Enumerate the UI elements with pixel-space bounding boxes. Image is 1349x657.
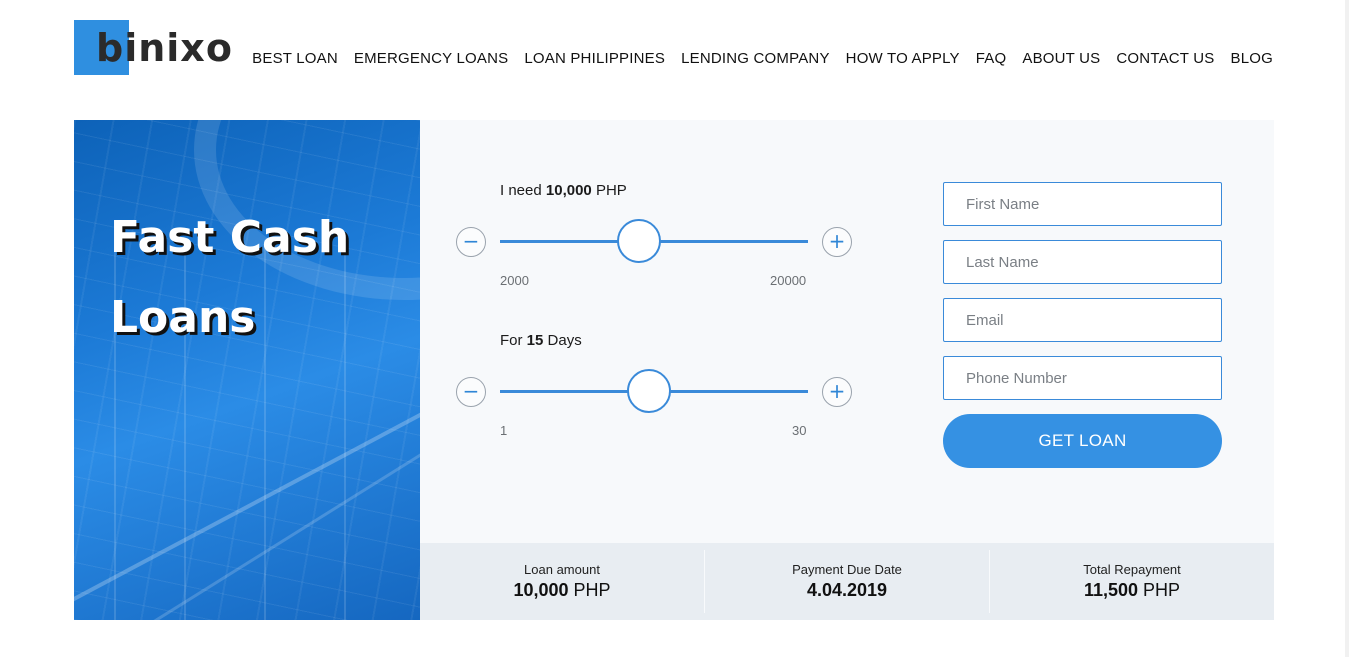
total-repayment-value-line: 11,500 PHP (990, 580, 1274, 601)
loan-summary: Loan amount 10,000 PHP Payment Due Date … (420, 543, 1274, 620)
days-min-label: 1 (500, 423, 508, 438)
amount-prefix: I need (500, 182, 542, 199)
amount-unit: PHP (595, 182, 627, 199)
days-label: For 15 Days (500, 332, 582, 349)
nav-link-blog[interactable]: BLOG (1231, 50, 1273, 67)
hero-decoration (74, 358, 420, 606)
days-prefix: For (500, 332, 523, 349)
email-input[interactable] (943, 298, 1222, 342)
days-slider-handle[interactable] (627, 369, 671, 413)
nav-link-lending-company[interactable]: LENDING COMPANY (681, 50, 830, 67)
plus-icon: + (828, 379, 846, 403)
nav-link-about-us[interactable]: ABOUT US (1022, 50, 1100, 67)
amount-max-label: 20000 (770, 273, 807, 288)
due-date-value: 4.04.2019 (806, 580, 888, 600)
page-scrollbar[interactable] (1345, 0, 1349, 657)
hero-title-line1: Fast Cash (110, 212, 350, 263)
get-loan-button[interactable]: GET LOAN (943, 414, 1222, 468)
nav-link-how-to-apply[interactable]: HOW TO APPLY (846, 50, 960, 67)
total-repayment-label: Total Repayment (1083, 562, 1181, 577)
amount-increase-button[interactable]: + (822, 227, 852, 257)
loan-amount-label: Loan amount (524, 562, 600, 577)
days-max-label: 30 (792, 423, 807, 438)
amount-label: I need 10,000 PHP (500, 182, 627, 199)
minus-icon: − (462, 379, 480, 403)
phone-input[interactable] (943, 356, 1222, 400)
hero-title-line2: Loans (110, 292, 256, 343)
total-repayment-unit: PHP (1143, 580, 1181, 600)
due-date-value-line: 4.04.2019 (705, 580, 989, 601)
due-date-label: Payment Due Date (792, 562, 902, 577)
amount-min-label: 2000 (500, 273, 529, 288)
brand-logo[interactable]: binixo (74, 20, 232, 76)
total-repayment-value: 11,500 (1083, 580, 1139, 600)
minus-icon: − (462, 229, 480, 253)
last-name-input[interactable] (943, 240, 1222, 284)
amount-slider-handle[interactable] (617, 219, 661, 263)
logo-text: binixo (96, 26, 233, 70)
loan-calculator: I need 10,000 PHP − + 2000 20000 For 15 … (420, 120, 1274, 543)
nav-link-loan-philippines[interactable]: LOAN PHILIPPINES (524, 50, 665, 67)
main-nav: BEST LOAN EMERGENCY LOANS LOAN PHILIPPIN… (252, 50, 1273, 67)
hero-title: Fast Cash Loans (110, 198, 410, 358)
amount-value: 10,000 (545, 182, 592, 199)
days-value: 15 (526, 332, 544, 349)
nav-link-faq[interactable]: FAQ (976, 50, 1007, 67)
nav-link-best-loan[interactable]: BEST LOAN (252, 50, 338, 67)
days-decrease-button[interactable]: − (456, 377, 486, 407)
summary-loan-amount: Loan amount 10,000 PHP (420, 543, 704, 620)
summary-due-date: Payment Due Date 4.04.2019 (704, 550, 989, 613)
hero-banner: Fast Cash Loans (74, 120, 420, 620)
nav-link-contact-us[interactable]: CONTACT US (1116, 50, 1214, 67)
days-increase-button[interactable]: + (822, 377, 852, 407)
loan-amount-value: 10,000 (513, 580, 569, 600)
loan-amount-value-line: 10,000 PHP (420, 580, 704, 601)
loan-amount-unit: PHP (573, 580, 611, 600)
first-name-input[interactable] (943, 182, 1222, 226)
plus-icon: + (828, 229, 846, 253)
nav-link-emergency-loans[interactable]: EMERGENCY LOANS (354, 50, 508, 67)
days-unit: Days (547, 332, 582, 349)
summary-total-repayment: Total Repayment 11,500 PHP (989, 550, 1274, 613)
amount-decrease-button[interactable]: − (456, 227, 486, 257)
